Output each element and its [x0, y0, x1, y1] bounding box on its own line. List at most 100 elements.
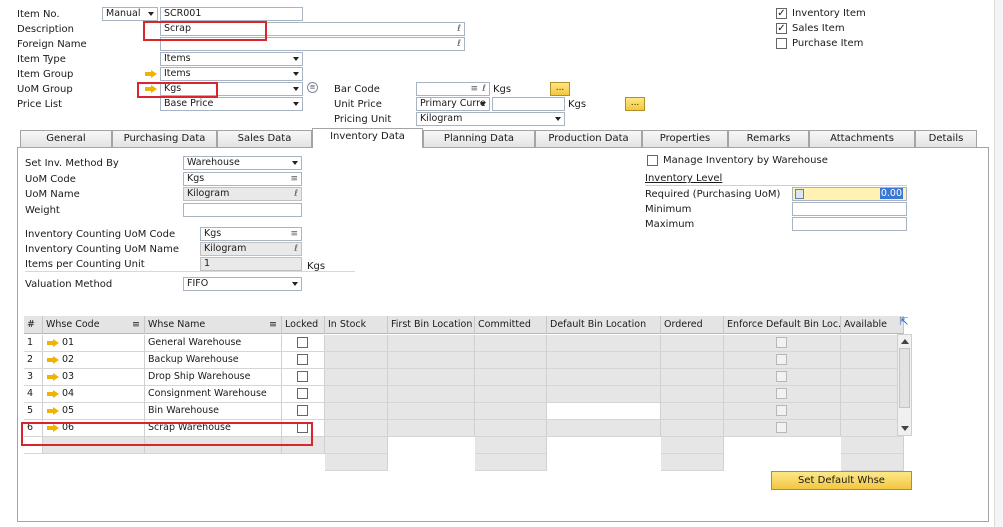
maximum-field[interactable]: [792, 217, 907, 231]
locked-checkbox[interactable]: [297, 388, 308, 399]
counting-uom-code-field[interactable]: Kgs ≡: [200, 227, 302, 241]
whse-code-cell[interactable]: 03: [43, 369, 145, 386]
scroll-up-icon[interactable]: [901, 339, 909, 344]
grid-cell[interactable]: [661, 335, 724, 352]
enforce-default-bin-cell[interactable]: [724, 352, 841, 369]
grid-cell[interactable]: [841, 420, 904, 437]
grid-cell[interactable]: [547, 335, 661, 352]
col-header-in-stock[interactable]: In Stock: [325, 316, 388, 334]
grid-cell[interactable]: [475, 352, 547, 369]
tab-general[interactable]: General: [20, 130, 112, 147]
locked-cell[interactable]: [282, 386, 325, 403]
grid-cell[interactable]: [325, 386, 388, 403]
tab-sales-data[interactable]: Sales Data: [217, 130, 312, 147]
expand-arrow-icon[interactable]: ⇱: [898, 316, 910, 328]
enforce-default-bin-cell[interactable]: [724, 403, 841, 420]
column-filter-icon[interactable]: ≡: [269, 316, 277, 333]
set-default-whse-button[interactable]: Set Default Whse: [771, 471, 912, 490]
unit-price-browse-button[interactable]: ...: [625, 97, 645, 111]
grid-cell[interactable]: [547, 386, 661, 403]
grid-cell[interactable]: [547, 403, 661, 420]
set-inv-method-select[interactable]: Warehouse: [183, 156, 302, 170]
grid-cell[interactable]: [841, 352, 904, 369]
grid-cell[interactable]: [325, 403, 388, 420]
grid-cell[interactable]: [841, 369, 904, 386]
uom-group-menu-icon[interactable]: ≡: [307, 82, 318, 93]
tab-details[interactable]: Details: [915, 130, 977, 147]
sales-item-checkbox[interactable]: ✓: [776, 23, 787, 34]
tab-attachments[interactable]: Attachments: [809, 130, 915, 147]
grid-cell[interactable]: [388, 386, 475, 403]
whse-code-cell[interactable]: 04: [43, 386, 145, 403]
item-group-select[interactable]: Items: [160, 67, 303, 81]
grid-cell-empty[interactable]: [388, 437, 475, 454]
item-no-series-select[interactable]: Manual: [102, 7, 158, 21]
tab-remarks[interactable]: Remarks: [728, 130, 809, 147]
whse-name-cell[interactable]: Backup Warehouse: [145, 352, 282, 369]
enforce-default-bin-cell[interactable]: [724, 369, 841, 386]
grid-scrollbar[interactable]: [897, 334, 912, 436]
locked-cell[interactable]: [282, 335, 325, 352]
grid-cell[interactable]: [661, 403, 724, 420]
grid-cell-empty[interactable]: [661, 437, 724, 454]
locked-checkbox[interactable]: [297, 405, 308, 416]
col-header-first-bin-location[interactable]: First Bin Location: [388, 316, 475, 334]
grid-cell[interactable]: [325, 352, 388, 369]
locked-checkbox[interactable]: [297, 354, 308, 365]
grid-cell-empty[interactable]: [475, 437, 547, 454]
link-arrow-icon[interactable]: [47, 407, 59, 415]
grid-cell-empty[interactable]: [841, 437, 904, 454]
tab-production-data[interactable]: Production Data: [535, 130, 642, 147]
link-arrow-icon[interactable]: [47, 339, 59, 347]
item-no-field[interactable]: SCR001: [160, 7, 303, 21]
whse-name-cell[interactable]: Consignment Warehouse: [145, 386, 282, 403]
grid-cell[interactable]: [325, 420, 388, 437]
grid-cell[interactable]: [661, 352, 724, 369]
grid-cell[interactable]: [661, 369, 724, 386]
bar-code-browse-button[interactable]: ...: [550, 82, 570, 96]
tab-properties[interactable]: Properties: [642, 130, 728, 147]
locked-checkbox[interactable]: [297, 337, 308, 348]
enforce-default-bin-cell[interactable]: [724, 420, 841, 437]
grid-cell-empty[interactable]: [325, 437, 388, 454]
uom-code-field[interactable]: Kgs ≡: [183, 172, 302, 186]
grid-cell[interactable]: [841, 335, 904, 352]
grid-cell[interactable]: [388, 352, 475, 369]
grid-cell[interactable]: [475, 386, 547, 403]
grid-cell[interactable]: [475, 335, 547, 352]
grid-cell[interactable]: [475, 369, 547, 386]
grid-cell[interactable]: [388, 420, 475, 437]
unit-price-currency-select[interactable]: Primary Curre: [416, 97, 490, 111]
whse-code-cell[interactable]: 01: [43, 335, 145, 352]
enforce-default-bin-cell[interactable]: [724, 386, 841, 403]
locked-cell[interactable]: [282, 352, 325, 369]
price-list-select[interactable]: Base Price: [160, 97, 303, 111]
tab-purchasing-data[interactable]: Purchasing Data: [112, 130, 217, 147]
valuation-method-select[interactable]: FIFO: [183, 277, 302, 291]
col-header-locked[interactable]: Locked: [282, 316, 325, 334]
col-header-whse-code[interactable]: Whse Code ≡: [43, 316, 145, 334]
link-arrow-icon[interactable]: [47, 356, 59, 364]
grid-cell[interactable]: [325, 335, 388, 352]
enforce-default-bin-cell[interactable]: [724, 335, 841, 352]
scroll-down-icon[interactable]: [901, 426, 909, 431]
col-header-ordered[interactable]: Ordered: [661, 316, 724, 334]
grid-cell[interactable]: [841, 403, 904, 420]
whse-name-cell[interactable]: General Warehouse: [145, 335, 282, 352]
grid-cell[interactable]: [388, 369, 475, 386]
grid-cell[interactable]: [547, 369, 661, 386]
link-arrow-icon[interactable]: [47, 390, 59, 398]
link-arrow-icon[interactable]: [145, 70, 157, 78]
whse-code-cell[interactable]: 05: [43, 403, 145, 420]
col-header-committed[interactable]: Committed: [475, 316, 547, 334]
inventory-item-checkbox[interactable]: ✓: [776, 8, 787, 19]
grid-cell[interactable]: [547, 352, 661, 369]
tab-inventory-data[interactable]: Inventory Data: [312, 128, 423, 148]
grid-cell[interactable]: [388, 335, 475, 352]
whse-code-cell[interactable]: 02: [43, 352, 145, 369]
required-field[interactable]: 0.00: [792, 187, 907, 201]
item-type-select[interactable]: Items: [160, 52, 303, 66]
manage-by-whse-checkbox[interactable]: [647, 155, 658, 166]
whse-name-cell[interactable]: Drop Ship Warehouse: [145, 369, 282, 386]
col-header-available[interactable]: Available: [841, 316, 904, 334]
